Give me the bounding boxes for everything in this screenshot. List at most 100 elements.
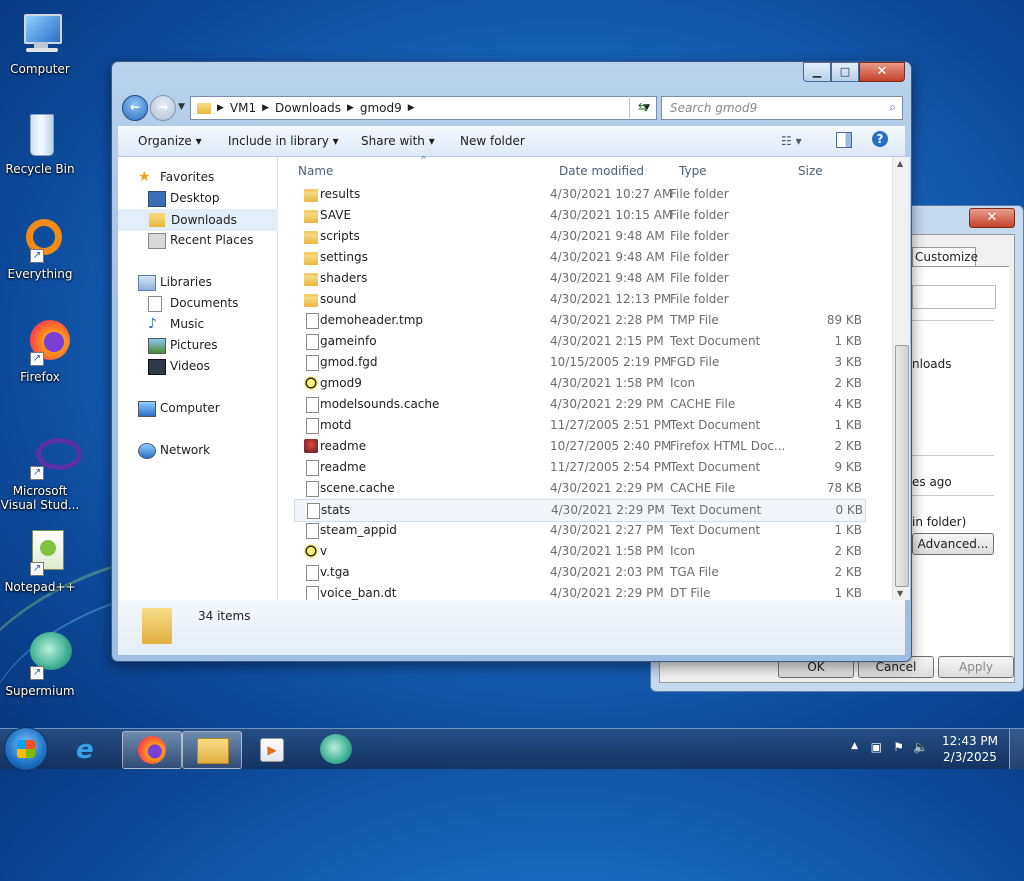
system-clock[interactable]: 12:43 PM 2/3/2025 [942, 733, 998, 765]
dialog-close-button[interactable]: ✕ [969, 208, 1015, 228]
file-row[interactable]: motd 11/27/2005 2:51 PM Text Document 1 KB [294, 415, 864, 436]
view-options-icon[interactable]: ☷ ▾ [781, 134, 802, 148]
search-input[interactable]: Search gmod9 ⌕ [661, 96, 903, 120]
taskbar-supermium[interactable] [306, 731, 364, 767]
refresh-icon[interactable]: ⇆ [629, 96, 656, 118]
file-row[interactable]: readme 10/27/2005 2:40 PM Firefox HTML Doc… [294, 436, 864, 457]
preview-pane-icon[interactable] [836, 132, 852, 148]
file-row[interactable]: scripts 4/30/2021 9:48 AM File folder [294, 226, 864, 247]
new-folder-button[interactable]: New folder [460, 134, 525, 148]
nav-desktop[interactable]: Desktop [118, 188, 276, 208]
scroll-up-arrow[interactable]: ▲ [897, 159, 903, 168]
organize-button[interactable]: Organize ▾ [138, 134, 202, 148]
file-name: motd [320, 418, 352, 432]
advanced-button[interactable]: Advanced... [912, 533, 994, 555]
file-row[interactable]: gmod.fgd 10/15/2005 2:19 PM FGD File 3 KB [294, 352, 864, 373]
file-date: 4/30/2021 10:15 AM [550, 208, 673, 222]
breadcrumb-downloads[interactable]: Downloads [275, 101, 341, 115]
desktop-icon-notepad-plus-plus[interactable]: ↗ Notepad++ [0, 528, 80, 594]
help-icon[interactable]: ? [872, 131, 888, 147]
notepad-plus-plus-icon: ↗ [16, 528, 64, 576]
file-row[interactable]: v.tga 4/30/2021 2:03 PM TGA File 2 KB [294, 562, 864, 583]
desktop-icon-computer[interactable]: Computer [0, 10, 80, 76]
nav-recent-places[interactable]: Recent Places [118, 230, 276, 250]
forward-button[interactable]: → [150, 95, 176, 121]
file-row[interactable]: steam_appid 4/30/2021 2:27 PM Text Documen… [294, 520, 864, 541]
dialog-text-field[interactable] [912, 285, 996, 309]
nav-pictures[interactable]: Pictures [118, 335, 276, 355]
taskbar-media-player[interactable]: ▶ [242, 731, 300, 767]
file-row[interactable]: modelsounds.cache 4/30/2021 2:29 PM CACHE … [294, 394, 864, 415]
column-header-date[interactable]: Date modified [559, 164, 644, 178]
minimize-button[interactable]: ▁ [803, 62, 831, 82]
file-row[interactable]: readme 11/27/2005 2:54 PM Text Document 9 K… [294, 457, 864, 478]
file-row[interactable]: v 4/30/2021 1:58 PM Icon 2 KB [294, 541, 864, 562]
nav-downloads[interactable]: Downloads [118, 209, 278, 231]
file-row[interactable]: shaders 4/30/2021 9:48 AM File folder [294, 268, 864, 289]
file-size: 2 KB [834, 376, 862, 390]
desktop-icon [148, 191, 166, 207]
taskbar-internet-explorer[interactable]: e [62, 731, 120, 767]
file-row[interactable]: settings 4/30/2021 9:48 AM File folder [294, 247, 864, 268]
start-button[interactable] [4, 727, 48, 771]
file-list: Name ^ Date modified Type Size results 4/… [288, 155, 892, 602]
file-row[interactable]: sound 4/30/2021 12:13 PM File folder [294, 289, 864, 310]
column-header-type[interactable]: Type [679, 164, 707, 178]
scrollbar-thumb[interactable] [895, 345, 909, 587]
taskbar-firefox[interactable] [122, 731, 182, 769]
file-row[interactable]: stats 4/30/2021 2:29 PM Text Document 0 KB [294, 499, 866, 522]
share-with-button[interactable]: Share with ▾ [361, 134, 435, 148]
file-row[interactable]: demoheader.tmp 4/30/2021 2:28 PM TMP File 8… [294, 310, 864, 331]
music-icon: ♪ [148, 316, 157, 332]
search-icon: ⌕ [889, 100, 896, 114]
nav-favorites[interactable]: ★ Favorites [118, 167, 276, 187]
desktop-icon-everything[interactable]: ↗ Everything [0, 215, 80, 281]
file-date: 4/30/2021 12:13 PM [550, 292, 672, 306]
desktop-icon-supermium[interactable]: ↗ Supermium [0, 632, 80, 698]
recent-pages-dropdown[interactable]: ▼ [178, 102, 185, 112]
close-button[interactable]: ✕ [859, 62, 905, 82]
scroll-down-arrow[interactable]: ▼ [897, 589, 903, 598]
folder-icon [197, 738, 229, 764]
file-row[interactable]: gameinfo 4/30/2021 2:15 PM Text Document 1 … [294, 331, 864, 352]
nav-music[interactable]: ♪ Music [118, 314, 276, 334]
nav-documents[interactable]: Documents [118, 293, 276, 313]
action-center-flag-icon[interactable]: ⚑ [893, 740, 904, 754]
desktop-icon-recycle-bin[interactable]: Recycle Bin [0, 110, 80, 176]
folder-icon [197, 102, 211, 114]
nav-videos[interactable]: Videos [118, 356, 276, 376]
taskbar: e ▶ ▲ ▣ ⚑ 🔈 12:43 PM 2/3/2025 [0, 727, 1024, 771]
file-row[interactable]: gmod9 4/30/2021 1:58 PM Icon 2 KB [294, 373, 864, 394]
volume-muted-icon[interactable]: 🔈 [913, 740, 928, 754]
back-button[interactable]: ← [122, 95, 148, 121]
file-type: CACHE File [670, 481, 736, 495]
caption-buttons: ▁ □ ✕ [803, 62, 905, 82]
file-date: 4/30/2021 1:58 PM [550, 544, 664, 558]
taskbar-explorer[interactable] [182, 731, 242, 769]
tray-expand-icon[interactable]: ▲ [851, 741, 858, 751]
vertical-scrollbar[interactable]: ▲ ▼ [892, 157, 910, 600]
desktop-icon-visual-studio[interactable]: ↗ Microsoft Visual Stud... [0, 432, 82, 512]
nav-network[interactable]: Network [118, 440, 276, 460]
breadcrumb-vm1[interactable]: VM1 [230, 101, 256, 115]
address-bar[interactable]: ▶ VM1 ▶ Downloads ▶ gmod9 ▶ ▼ [190, 96, 657, 120]
maximize-button[interactable]: □ [831, 62, 859, 82]
column-header-name[interactable]: Name [298, 164, 333, 178]
nav-computer[interactable]: Computer [118, 398, 276, 418]
tab-customize[interactable]: Customize [912, 247, 978, 266]
breadcrumb-gmod9[interactable]: gmod9 [360, 101, 402, 115]
file-row[interactable]: scene.cache 4/30/2021 2:29 PM CACHE File 78… [294, 478, 864, 499]
details-pane: 34 items [118, 600, 905, 655]
apply-button[interactable]: Apply [938, 656, 1014, 678]
file-row[interactable]: results 4/30/2021 10:27 AM File folder [294, 184, 864, 205]
file-name: v [320, 544, 328, 558]
folder-icon [304, 210, 318, 223]
show-desktop-button[interactable] [1009, 729, 1024, 769]
include-in-library-button[interactable]: Include in library ▾ [228, 134, 339, 148]
file-row[interactable]: SAVE 4/30/2021 10:15 AM File folder [294, 205, 864, 226]
network-tray-icon[interactable]: ▣ [871, 740, 882, 754]
column-header-size[interactable]: Size [798, 164, 823, 178]
nav-libraries[interactable]: Libraries [118, 272, 276, 292]
desktop-icon-firefox[interactable]: ↗ Firefox [0, 318, 80, 384]
clock-time: 12:43 PM [942, 734, 998, 748]
